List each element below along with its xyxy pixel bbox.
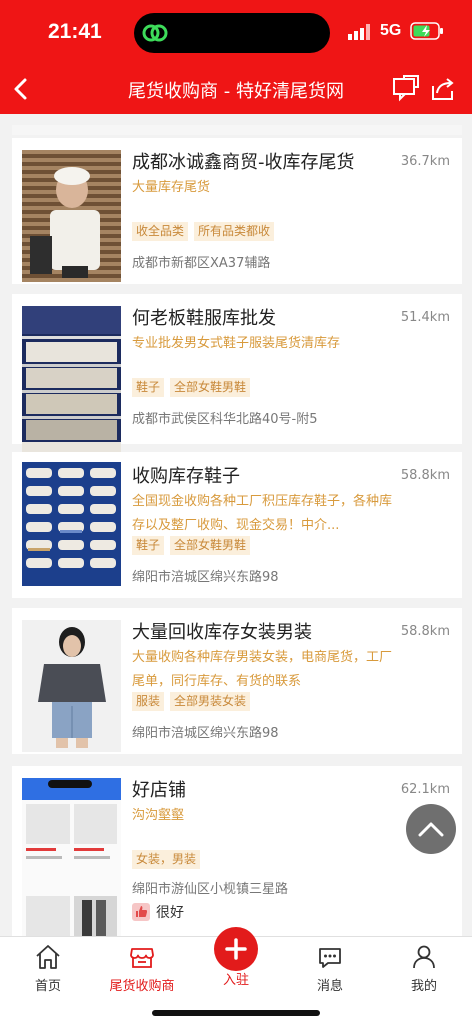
merchant-card[interactable]: 好店铺 62.1km 沟沟壑壑 女装，男装 绵阳市游仙区小枧镇三星路 很好 bbox=[12, 766, 462, 936]
merchant-card[interactable]: 大量回收库存女装男装 58.8km 大量收购各种库存男装女装，电商尾货，工厂尾单… bbox=[12, 608, 462, 754]
merchant-thumbnail[interactable] bbox=[22, 306, 121, 458]
tag-badge: 全部男装女装 bbox=[170, 692, 251, 711]
tab-join-label[interactable]: 入驻 bbox=[196, 969, 276, 988]
merchant-card[interactable]: 收购库存鞋子 58.8km 全国现金收购各种工厂积压库存鞋子，各种库存以及整厂收… bbox=[12, 452, 462, 598]
merchant-thumbnail[interactable] bbox=[22, 620, 121, 752]
tab-messages[interactable]: 消息 bbox=[290, 943, 370, 994]
link-icon bbox=[142, 24, 168, 42]
tag-badge: 全部女鞋男鞋 bbox=[170, 378, 251, 397]
tag-badge: 鞋子 bbox=[132, 378, 165, 397]
merchant-distance: 62.1km bbox=[400, 782, 450, 797]
tab-home[interactable]: 首页 bbox=[8, 943, 88, 994]
merchant-title[interactable]: 成都冰诚鑫商贸-收库存尾货 bbox=[132, 148, 355, 174]
tab-profile-label: 我的 bbox=[410, 979, 437, 994]
tab-home-label: 首页 bbox=[34, 979, 61, 994]
thumbs-up-icon bbox=[132, 903, 150, 921]
merchant-tags: 鞋子 全部女鞋男鞋 bbox=[132, 536, 251, 555]
status-time: 21:41 bbox=[48, 20, 102, 43]
dynamic-island bbox=[134, 13, 330, 53]
tab-buyers-label: 尾货收购商 bbox=[109, 979, 175, 994]
navigation-bar: 尾货收购商 - 特好清尾货网 bbox=[0, 64, 472, 114]
merchant-address: 成都市武侯区科华北路40号-附5 bbox=[132, 412, 318, 427]
merchant-list[interactable]: 成都冰诚鑫商贸-收库存尾货 36.7km 大量库存尾货 收全品类 所有品类都收 … bbox=[0, 114, 472, 936]
bottom-tab-bar: 首页 尾货收购商 入驻 消息 我的 bbox=[0, 927, 472, 1024]
merchant-description: 沟沟壑壑 bbox=[132, 808, 185, 823]
rating-label: 很好 bbox=[156, 905, 184, 921]
merchant-title[interactable]: 何老板鞋服库批发 bbox=[132, 304, 276, 330]
home-icon bbox=[36, 945, 60, 969]
chevron-up-icon bbox=[418, 822, 444, 837]
merchant-card[interactable]: 成都冰诚鑫商贸-收库存尾货 36.7km 大量库存尾货 收全品类 所有品类都收 … bbox=[12, 138, 462, 284]
merchant-distance: 51.4km bbox=[400, 310, 450, 325]
merchant-address: 绵阳市涪城区绵兴东路98 bbox=[132, 726, 279, 741]
merchant-address: 绵阳市涪城区绵兴东路98 bbox=[132, 570, 279, 585]
merchant-description: 大量库存尾货 bbox=[132, 180, 211, 195]
merchant-distance: 58.8km bbox=[400, 624, 450, 639]
tag-badge: 服装 bbox=[132, 692, 165, 711]
tag-badge: 收全品类 bbox=[132, 222, 189, 241]
merchant-title[interactable]: 大量回收库存女装男装 bbox=[132, 618, 312, 644]
merchant-tags: 鞋子 全部女鞋男鞋 bbox=[132, 378, 251, 397]
back-arrow-icon[interactable] bbox=[10, 76, 34, 102]
merchant-tags: 收全品类 所有品类都收 bbox=[132, 222, 275, 241]
page-title: 尾货收购商 - 特好清尾货网 bbox=[128, 81, 344, 102]
battery-icon bbox=[410, 22, 443, 40]
merchant-tags: 服装 全部男装女装 bbox=[132, 692, 251, 711]
tab-buyers[interactable]: 尾货收购商 bbox=[102, 943, 182, 994]
merchant-thumbnail[interactable] bbox=[22, 150, 121, 282]
merchant-rating: 很好 bbox=[132, 902, 184, 922]
tab-messages-label: 消息 bbox=[316, 979, 343, 994]
merchant-description: 专业批发男女式鞋子服装尾货清库存 bbox=[132, 336, 341, 351]
home-indicator bbox=[152, 1010, 320, 1016]
list-top-divider bbox=[12, 125, 462, 135]
merchant-tags: 女装，男装 bbox=[132, 850, 201, 869]
plus-icon bbox=[225, 938, 247, 960]
store-icon bbox=[130, 948, 154, 968]
user-icon bbox=[413, 945, 435, 969]
merchant-description: 全国现金收购各种工厂积压库存鞋子，各种库存以及整厂收购、现金交易！中介... bbox=[132, 494, 393, 533]
merchant-address: 绵阳市游仙区小枧镇三星路 bbox=[132, 882, 289, 897]
scroll-to-top-button[interactable] bbox=[406, 804, 456, 854]
merchant-distance: 58.8km bbox=[400, 468, 450, 483]
merchant-card[interactable]: 何老板鞋服库批发 51.4km 专业批发男女式鞋子服装尾货清库存 鞋子 全部女鞋… bbox=[12, 294, 462, 458]
merchant-title[interactable]: 好店铺 bbox=[132, 776, 186, 802]
status-bar: 21:41 5G bbox=[0, 0, 472, 64]
chat-icon[interactable] bbox=[392, 74, 420, 102]
signal-icon bbox=[348, 24, 370, 40]
merchant-distance: 36.7km bbox=[400, 154, 450, 169]
merchant-thumbnail[interactable] bbox=[22, 462, 121, 586]
share-icon[interactable] bbox=[430, 76, 456, 102]
tag-badge: 女装，男装 bbox=[132, 850, 201, 869]
tag-badge: 鞋子 bbox=[132, 536, 165, 555]
merchant-thumbnail[interactable] bbox=[22, 778, 121, 936]
merchant-description: 大量收购各种库存男装女装，电商尾货，工厂尾单，同行库存、有货的联系 bbox=[132, 650, 393, 689]
message-icon bbox=[319, 948, 341, 968]
merchant-title[interactable]: 收购库存鞋子 bbox=[132, 462, 240, 488]
network-label: 5G bbox=[380, 22, 402, 39]
join-button[interactable] bbox=[214, 927, 258, 971]
tag-badge: 所有品类都收 bbox=[194, 222, 275, 241]
tab-profile[interactable]: 我的 bbox=[384, 943, 464, 994]
tag-badge: 全部女鞋男鞋 bbox=[170, 536, 251, 555]
merchant-address: 成都市新都区XA37辅路 bbox=[132, 256, 271, 271]
